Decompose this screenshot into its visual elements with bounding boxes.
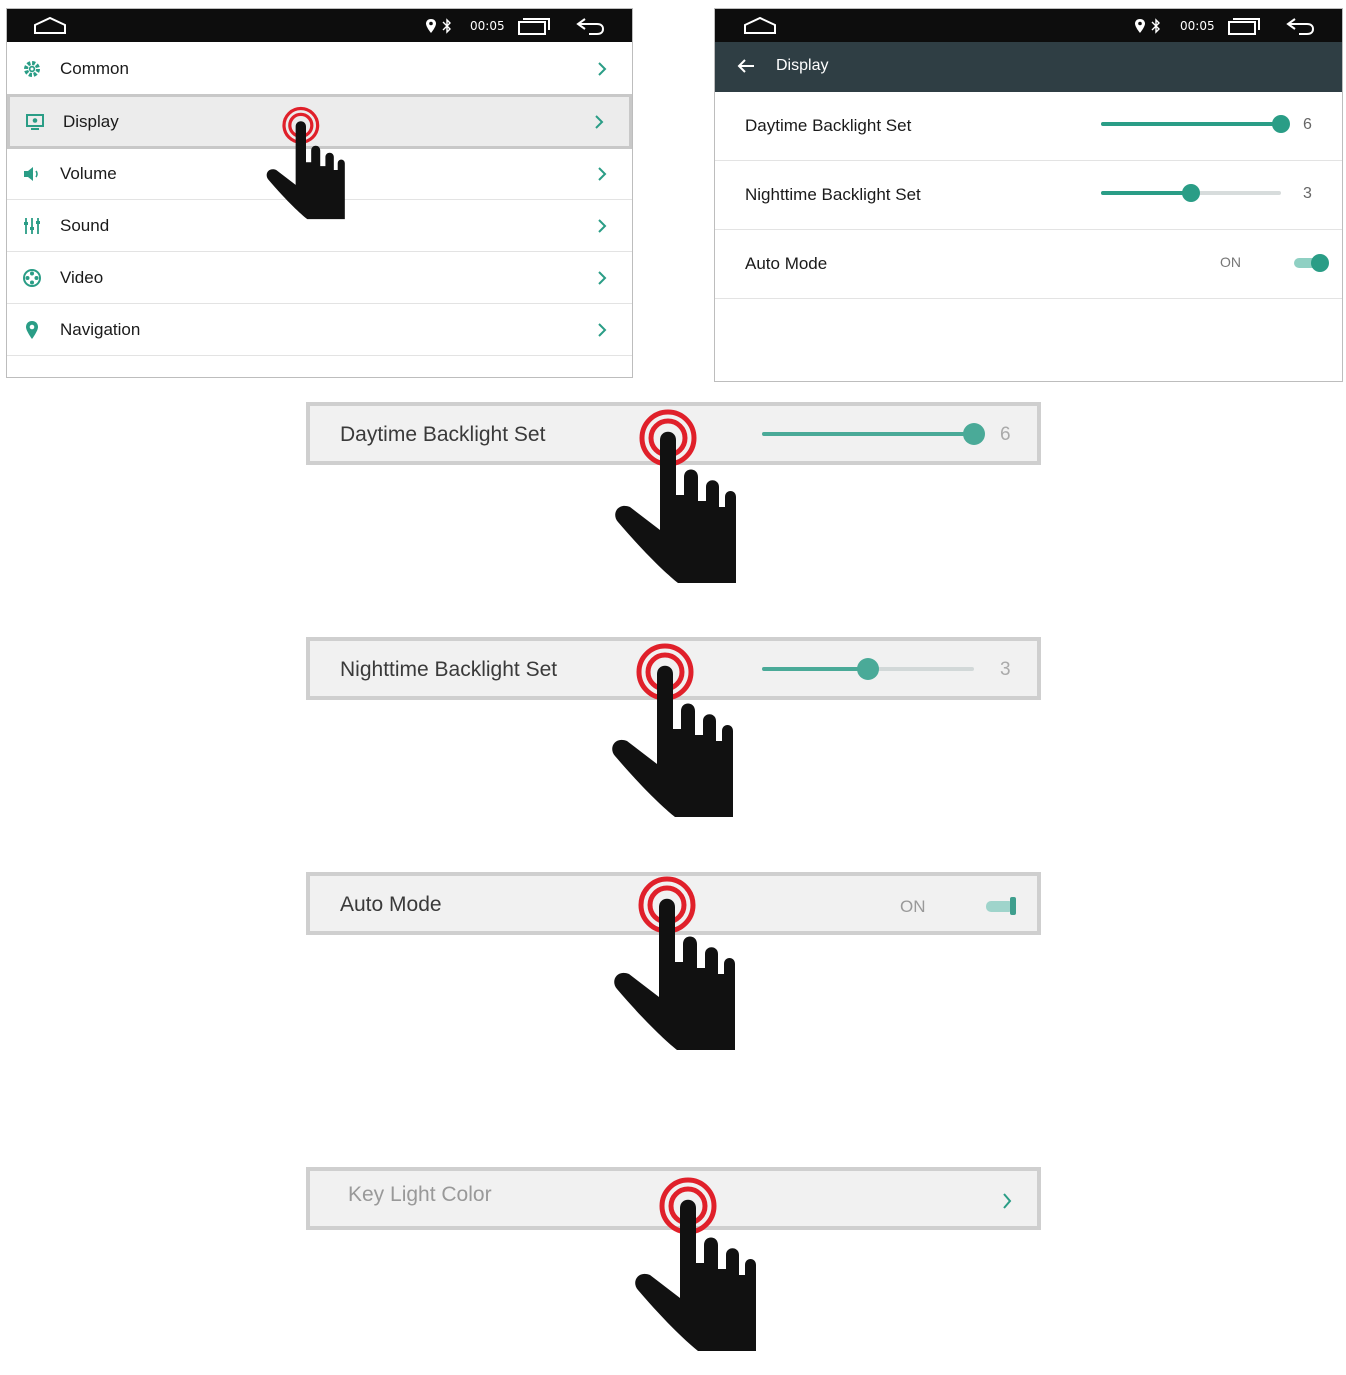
recent-apps-icon[interactable] [517,9,551,42]
chevron-right-icon [598,61,607,76]
menu-item-navigation[interactable]: Navigation [7,304,632,356]
menu-item-common[interactable]: Common [7,43,632,95]
display-header: Display [715,42,1342,92]
location-status-icon [425,9,437,42]
menu-item-label: Display [63,111,119,131]
slider-value: 6 [1000,424,1011,445]
nighttime-backlight-slider-zoom[interactable] [762,658,974,680]
auto-mode-row: Auto Mode ON [715,230,1342,299]
equalizer-icon [21,215,43,237]
nighttime-backlight-row: Nighttime Backlight Set 3 [715,161,1342,230]
display-settings-screen: 00:05 Display Daytime Backlight Set 6 Ni… [714,8,1343,382]
tap-hand-icon [608,407,778,607]
arrow-left-icon[interactable] [737,58,755,74]
back-icon[interactable] [575,9,605,42]
menu-item-label: Volume [60,163,117,183]
slider-fill [1101,122,1281,126]
chevron-right-icon [598,218,607,233]
toggle-state: ON [1220,254,1241,270]
daytime-backlight-slider-zoom[interactable] [762,423,985,445]
menu-item-label: Navigation [60,319,141,339]
slider-value: 6 [1303,116,1312,133]
slider-value: 3 [1000,659,1011,680]
display-icon [24,111,46,133]
setting-label: Daytime Backlight Set [745,116,912,135]
page-title: Display [776,57,829,74]
daytime-backlight-row: Daytime Backlight Set 6 [715,92,1342,161]
auto-mode-toggle-zoom[interactable] [986,896,1020,916]
tap-hand-icon [262,92,372,248]
chevron-right-icon [598,322,607,337]
slider-value: 3 [1303,185,1312,202]
slider-fill [762,667,868,671]
clock: 00:05 [1180,18,1215,33]
toggle-state: ON [900,897,926,916]
slider-knob[interactable] [1182,184,1200,202]
tap-hand-icon [628,1175,798,1375]
chevron-right-icon [1003,1193,1012,1209]
slider-knob[interactable] [1272,115,1290,133]
slider-fill [762,432,974,436]
home-icon[interactable] [743,9,777,42]
menu-item-label: Sound [60,215,110,235]
setting-label: Auto Mode [340,893,442,916]
back-icon[interactable] [1285,9,1315,42]
speaker-icon [21,163,43,185]
setting-label: Auto Mode [745,254,828,273]
status-bar: 00:05 [7,9,632,42]
tap-hand-icon [607,874,777,1074]
chevron-right-icon [598,270,607,285]
menu-item-label: Common [60,58,129,78]
setting-label: Key Light Color [348,1183,492,1206]
daytime-backlight-slider[interactable] [1101,115,1290,133]
film-reel-icon [21,267,43,289]
nighttime-backlight-slider[interactable] [1101,184,1281,202]
recent-apps-icon[interactable] [1227,9,1261,42]
bluetooth-icon [1151,9,1161,42]
chevron-right-icon [598,166,607,181]
bluetooth-icon [442,9,452,42]
slider-fill [1101,191,1191,195]
menu-item-partial[interactable] [7,356,632,377]
auto-mode-toggle[interactable] [1294,252,1330,274]
gear-icon [21,58,43,80]
clock: 00:05 [470,18,505,33]
slider-knob[interactable] [857,658,879,680]
status-bar: 00:05 [715,9,1342,42]
cut-off-icon [21,370,43,377]
setting-label: Nighttime Backlight Set [745,185,921,204]
setting-label: Nighttime Backlight Set [340,658,558,681]
home-icon[interactable] [33,9,67,42]
location-pin-icon [21,319,43,341]
menu-item-label: Video [60,267,104,287]
chevron-right-icon [595,114,604,129]
menu-item-video[interactable]: Video [7,252,632,304]
location-status-icon [1134,9,1146,42]
tap-hand-icon [605,641,775,841]
slider-knob[interactable] [963,423,985,445]
setting-label: Daytime Backlight Set [340,423,546,446]
